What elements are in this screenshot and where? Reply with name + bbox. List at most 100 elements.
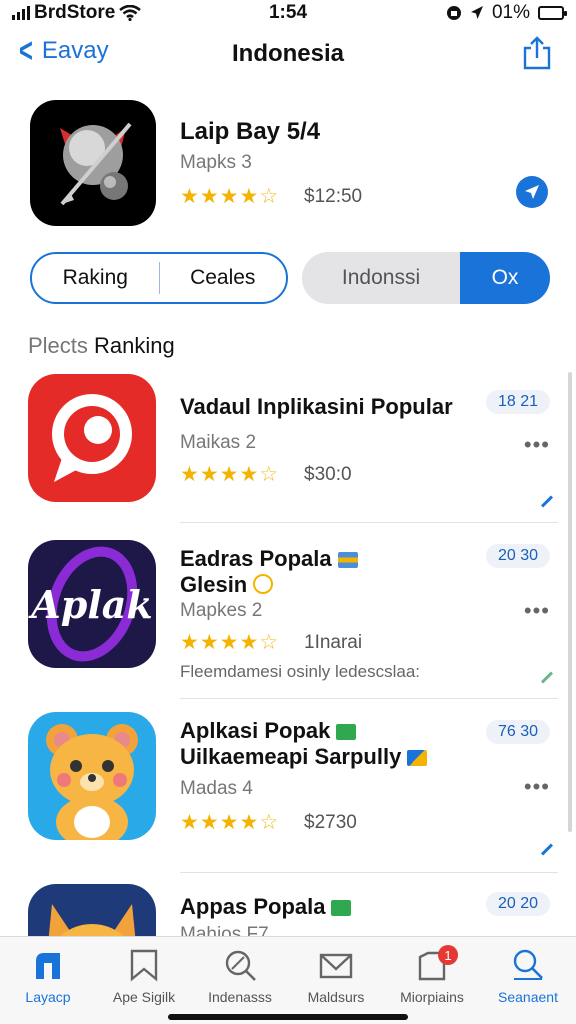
back-button[interactable]: < Eavay [16,34,109,68]
edit-icon[interactable] [540,495,554,508]
segment-ox[interactable]: Ox [460,252,550,304]
app-subtitle: Mahios F7 [180,924,269,936]
tab-miorpiains[interactable]: 1 Miorpiains [384,937,480,1024]
segment-indonssi[interactable]: Indonssi [302,252,460,304]
tab-layacp[interactable]: Layacp [0,937,96,1024]
emoji-icon [253,574,274,594]
tab-label: Indenasss [208,989,272,1005]
star-icon: ★ [219,631,239,654]
scrollbar[interactable] [568,372,572,832]
mail-icon [319,953,353,979]
star-icon: ★ [239,185,259,208]
more-options-icon[interactable]: ••• [524,598,550,624]
rating-stars: ★ ★ ★ ★ ☆ [180,462,278,487]
tab-label: Ape Sigilk [112,989,176,1005]
star-icon: ★ [199,463,219,486]
signal-icon [12,6,30,20]
date-badge: 20 30 [485,544,550,568]
flag-icon [336,724,357,740]
app-price: $30:0 [304,464,352,485]
tab-maldsurs[interactable]: Maldsurs [288,937,384,1024]
star-empty-icon: ☆ [259,811,279,834]
star-icon: ★ [219,185,239,208]
app-price: 1Inarai [304,632,363,653]
featured-app-subtitle: Mapks 3 [180,152,252,173]
featured-app[interactable]: Laip Bay 5/4 Mapks 3 ★ ★ ★ ★ ☆ $12:50 [30,100,550,228]
home-indicator[interactable] [168,1014,408,1020]
featured-app-price: $12:50 [304,186,363,207]
lock-rotation-icon [446,6,461,20]
list-item[interactable]: Aplkasi Popak Uilkaemeapi Sarpully 76 30… [28,712,558,862]
edit-icon[interactable] [540,671,554,684]
tab-bar: Layacp Ape Sigilk Indenasss Maldsurs 1 M… [0,936,576,1024]
featured-app-title: Laip Bay 5/4 [180,118,321,145]
battery-percent: 01% [491,2,530,23]
date-badge: 20 20 [485,892,550,916]
search-icon [225,950,256,981]
app-description: Fleemdamesi osinly ledescslaa: [180,662,420,681]
status-left: BrdStore [12,2,212,24]
flag-icon [337,552,358,568]
region-segmented-control: Indonssi Ox [302,252,550,304]
star-icon: ★ [199,185,219,208]
tab-label: Miorpiains [400,989,464,1005]
tab-ape-sigilk[interactable]: Ape Sigilk [96,937,192,1024]
battery-icon [538,6,567,20]
nav-bar: < Eavay Indonesia [0,30,576,78]
list-item[interactable]: Aplak Eadras Popala Glesin 20 30 Mapkes … [28,540,558,690]
notification-badge: 1 [438,945,458,965]
star-icon: ★ [180,463,199,486]
app-icon-text: Aplak [28,582,152,627]
flag-icon [331,900,352,916]
star-icon: ★ [239,463,259,486]
bookmark-icon [130,949,158,982]
star-empty-icon: ☆ [259,631,279,654]
tab-indenasss[interactable]: Indenasss [192,937,288,1024]
star-empty-icon: ☆ [259,463,279,486]
app-subtitle: Madas 4 [180,778,253,799]
wifi-icon [119,5,142,21]
tab-label: Maldsurs [307,989,365,1005]
navigate-button[interactable] [516,176,548,208]
date-badge: 76 30 [485,720,550,744]
app-title: Eadras Popala Glesin [180,546,358,598]
section-title-dark: Ranking [94,333,175,358]
star-icon: ★ [239,631,259,654]
featured-app-icon [30,100,156,226]
date-badge: 18 21 [485,390,550,414]
app-icon-bear [28,712,156,840]
app-subtitle: Mapkes 2 [180,600,263,621]
back-label: Eavay [41,37,109,64]
star-icon: ★ [180,811,199,834]
star-icon: ★ [239,811,259,834]
star-icon: ★ [180,631,199,654]
app-icon-aplak: Aplak [28,540,156,668]
status-time: 1:54 [268,2,308,23]
app-price: $2730 [304,812,357,833]
location-icon [470,6,483,19]
divider [180,698,558,699]
status-right: 01% [364,2,567,24]
status-bar: BrdStore 1:54 01% [0,0,576,26]
more-options-icon[interactable]: ••• [524,774,550,800]
today-icon [36,953,60,979]
segment-ceales[interactable]: Ceales [160,254,287,302]
edit-icon[interactable] [540,843,554,856]
segment-raking[interactable]: Raking [32,254,159,302]
tab-seanaent[interactable]: Seanaent [480,937,576,1024]
app-title: Appas Popala [180,894,352,920]
list-item[interactable]: Vadaul Inplikasini Popular 18 21 Maikas … [28,374,558,508]
carrier-label: BrdStore [34,2,116,23]
rating-stars: ★ ★ ★ ★ ☆ [180,630,278,655]
more-options-icon[interactable]: ••• [524,432,550,458]
star-icon: ★ [180,185,199,208]
share-button[interactable] [522,36,552,70]
list-item[interactable]: Appas Popala 20 20 Mahios F7 [28,884,558,936]
tab-label: Seanaent [498,989,558,1005]
share-icon [523,36,551,70]
star-icon: ★ [199,631,219,654]
app-title: Vadaul Inplikasini Popular [180,394,453,419]
star-empty-icon: ☆ [259,185,279,208]
app-icon-chat [28,374,156,502]
app-icon-cat [28,884,156,936]
